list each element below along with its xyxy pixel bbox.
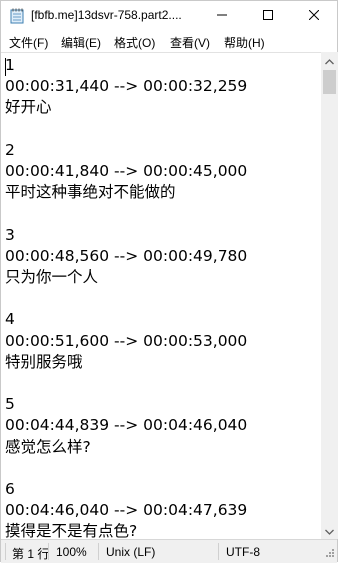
editor-content[interactable]: 1 00:00:31,440 --> 00:00:32,259 好开心 2 00:00… [5, 55, 247, 540]
editor-line: 3 [5, 225, 15, 244]
menu-help[interactable]: 帮助(H) [224, 34, 265, 51]
title-bar[interactable]: [fbfb.me]13dsvr-758.part2.... [1, 1, 337, 31]
minimize-icon [217, 7, 227, 25]
editor-line: 1 [5, 56, 15, 74]
chevron-down-icon [325, 522, 334, 540]
editor-line: 5 [5, 395, 15, 414]
editor-line: 只为你一个人 [5, 268, 99, 287]
window-title: [fbfb.me]13dsvr-758.part2.... [31, 8, 182, 22]
editor-line: 摸得是不是有点色? [5, 522, 138, 540]
editor-line: 感觉怎么样? [5, 437, 91, 456]
scroll-thumb[interactable] [323, 70, 336, 94]
menu-edit[interactable]: 编辑(E) [61, 34, 101, 51]
status-divider [98, 543, 99, 560]
scroll-up-button[interactable] [321, 52, 338, 69]
editor-line: 平时这种事绝对不能做的 [5, 183, 176, 202]
notepad-icon [10, 8, 24, 24]
editor-line: 00:00:48,560 --> 00:00:49,780 [5, 246, 248, 265]
chevron-up-icon [325, 52, 334, 70]
notepad-window: [fbfb.me]13dsvr-758.part2.... 文件(F) 编辑(E… [0, 0, 338, 563]
editor-line: 00:00:31,440 --> 00:00:32,259 [5, 77, 248, 96]
close-button[interactable] [291, 1, 337, 31]
editor-line: 特别服务哦 [5, 352, 83, 371]
menu-view[interactable]: 查看(V) [170, 34, 210, 51]
text-editor[interactable]: 1 00:00:31,440 --> 00:00:32,259 好开心 2 00:00… [1, 52, 321, 540]
editor-line: 00:04:44,839 --> 00:04:46,040 [5, 416, 248, 435]
menu-format[interactable]: 格式(O) [114, 34, 155, 51]
scroll-down-button[interactable] [321, 522, 338, 539]
status-bar: 第 1 行 100% Unix (LF) UTF-8 [1, 539, 337, 563]
vertical-scrollbar[interactable] [321, 52, 338, 539]
editor-line: 00:04:46,040 --> 00:04:47,639 [5, 501, 248, 520]
editor-line: 6 [5, 480, 15, 499]
maximize-icon [263, 7, 273, 25]
editor-line: 4 [5, 310, 15, 329]
menu-bar: 文件(F) 编辑(E) 格式(O) 查看(V) 帮助(H) [1, 31, 337, 51]
status-divider [5, 543, 6, 560]
zoom-level: 100% [56, 545, 87, 559]
status-divider [218, 543, 219, 560]
editor-line: 好开心 [5, 98, 52, 117]
status-divider [48, 543, 49, 560]
line-ending: Unix (LF) [106, 545, 156, 559]
editor-line: 2 [5, 140, 15, 159]
editor-line: 00:00:41,840 --> 00:00:45,000 [5, 162, 248, 181]
maximize-button[interactable] [245, 1, 291, 31]
close-icon [308, 7, 320, 25]
resize-grip-icon[interactable] [323, 548, 335, 560]
menu-file[interactable]: 文件(F) [9, 34, 48, 51]
minimize-button[interactable] [199, 1, 245, 31]
encoding: UTF-8 [226, 545, 260, 559]
cursor-position: 第 1 行 [12, 547, 50, 561]
editor-line: 00:00:51,600 --> 00:00:53,000 [5, 331, 248, 350]
